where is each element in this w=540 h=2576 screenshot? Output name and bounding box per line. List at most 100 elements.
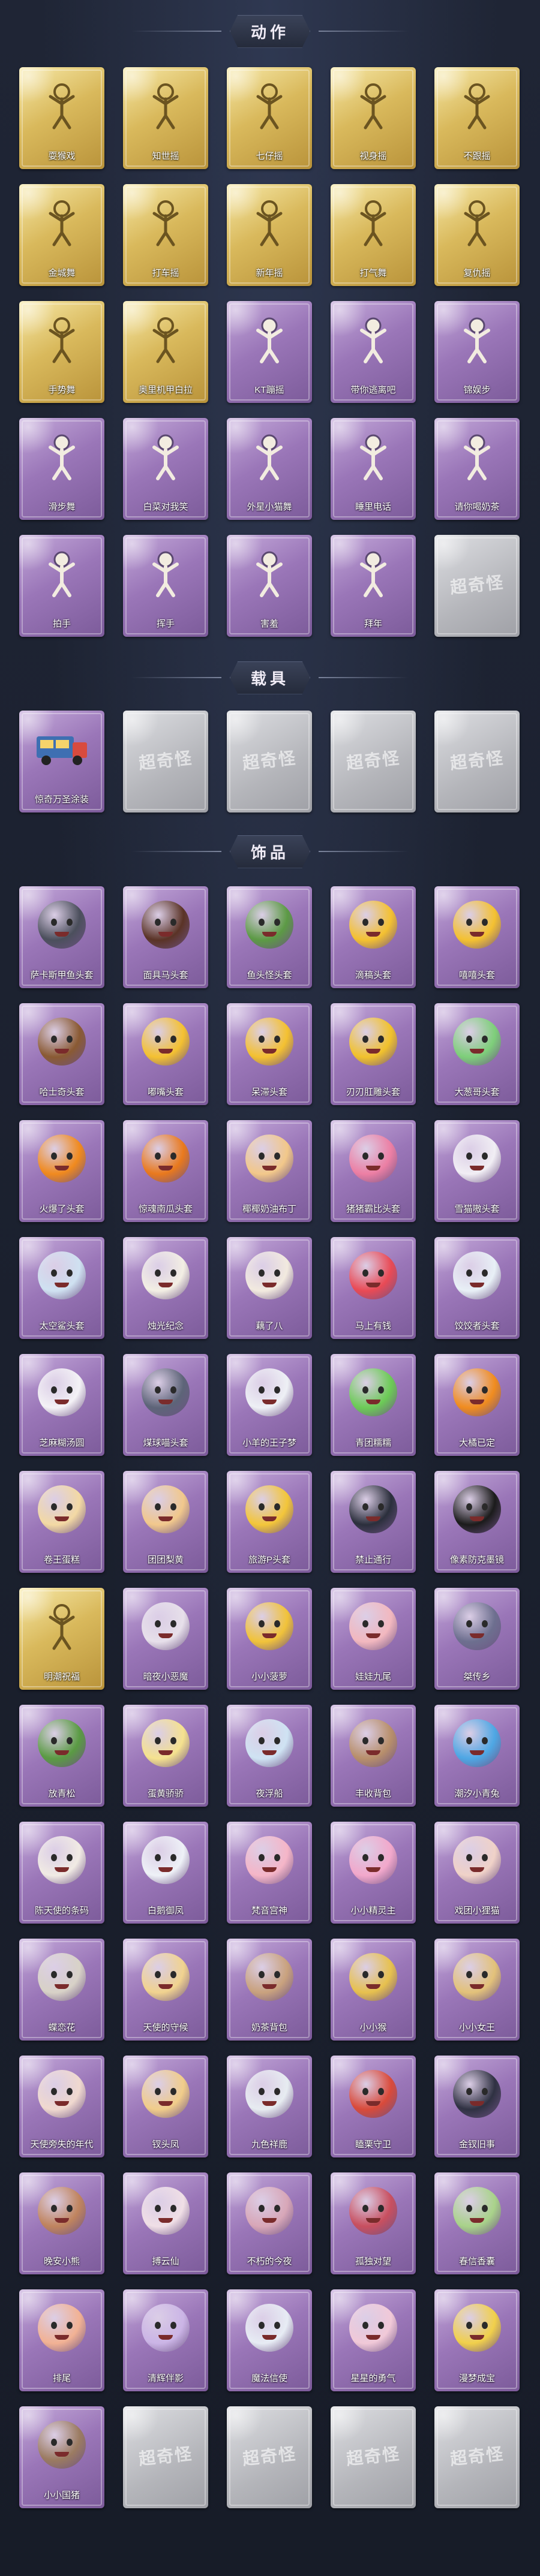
action-card[interactable]: 奥里机甲白拉 <box>123 301 208 403</box>
item-card[interactable]: 太空鲨头套 <box>19 1237 104 1339</box>
item-card[interactable]: 青团糯糯 <box>331 1354 416 1456</box>
item-card[interactable]: 煤球喵头套 <box>123 1354 208 1456</box>
item-card[interactable]: 火爆了头套 <box>19 1120 104 1222</box>
item-card[interactable]: 超奇怪 <box>434 2406 520 2508</box>
item-card[interactable]: 不朽的今夜 <box>227 2172 312 2274</box>
action-card[interactable]: 耍猴戏 <box>19 67 104 169</box>
item-card[interactable]: 夜浮船 <box>227 1705 312 1807</box>
item-card[interactable]: 蝶恋花 <box>19 1939 104 2041</box>
action-card[interactable]: 知世摇 <box>123 67 208 169</box>
action-card[interactable]: 害羞 <box>227 535 312 637</box>
item-card[interactable]: 瞌栗守卫 <box>331 2056 416 2157</box>
item-card[interactable]: 梵音宫神 <box>227 1822 312 1924</box>
action-card[interactable]: 挥手 <box>123 535 208 637</box>
item-card[interactable]: 烛光纪念 <box>123 1237 208 1339</box>
item-card[interactable]: 钗头凤 <box>123 2056 208 2157</box>
item-card[interactable]: 刃刃肛雕头套 <box>331 1003 416 1105</box>
item-card[interactable]: 旅游P头套 <box>227 1471 312 1573</box>
item-card[interactable]: 猪猪霸比头套 <box>331 1120 416 1222</box>
item-card[interactable]: 团团梨黄 <box>123 1471 208 1573</box>
item-card[interactable]: 像素防克墨镜 <box>434 1471 520 1573</box>
action-card[interactable]: 金城舞 <box>19 184 104 286</box>
action-card[interactable]: 白菜对我笑 <box>123 418 208 520</box>
item-card[interactable]: 放青松 <box>19 1705 104 1807</box>
action-card[interactable]: 超奇怪 <box>434 535 520 637</box>
item-card[interactable]: 哈士奇头套 <box>19 1003 104 1105</box>
item-card[interactable]: 娃娃九尾 <box>331 1588 416 1690</box>
item-card[interactable]: 呆滞头套 <box>227 1003 312 1105</box>
action-card[interactable]: 拜年 <box>331 535 416 637</box>
item-card[interactable]: 超奇怪 <box>227 2406 312 2508</box>
item-card[interactable]: 小小菠萝 <box>227 1588 312 1690</box>
action-card[interactable]: 滑步舞 <box>19 418 104 520</box>
item-card[interactable]: 嘟嘴头套 <box>123 1003 208 1105</box>
item-card[interactable]: 桀传乡 <box>434 1588 520 1690</box>
vehicle-card[interactable]: 超奇怪 <box>227 711 312 812</box>
item-card[interactable]: 小羊的王子梦 <box>227 1354 312 1456</box>
item-card[interactable]: 面具马头套 <box>123 886 208 988</box>
action-card[interactable]: KT蹦摇 <box>227 301 312 403</box>
item-card[interactable]: 惊魂南瓜头套 <box>123 1120 208 1222</box>
item-card[interactable]: 搏云仙 <box>123 2172 208 2274</box>
item-card[interactable]: 芝麻糊汤圆 <box>19 1354 104 1456</box>
item-card[interactable]: 孤独对望 <box>331 2172 416 2274</box>
item-card[interactable]: 白鹅御凤 <box>123 1822 208 1924</box>
item-card[interactable]: 天使的守候 <box>123 1939 208 2041</box>
action-card[interactable]: 锦娱步 <box>434 301 520 403</box>
item-card[interactable]: 蛋黄骄骄 <box>123 1705 208 1807</box>
item-card[interactable]: 丰收背包 <box>331 1705 416 1807</box>
vehicle-card[interactable]: 惊奇万圣涂装 <box>19 711 104 812</box>
item-card[interactable]: 小小精灵主 <box>331 1822 416 1924</box>
item-card[interactable]: 魔法信使 <box>227 2289 312 2391</box>
action-card[interactable]: 复仇摇 <box>434 184 520 286</box>
item-card[interactable]: 明潮祝福 <box>19 1588 104 1690</box>
item-card[interactable]: 禁止通行 <box>331 1471 416 1573</box>
vehicle-card[interactable]: 超奇怪 <box>331 711 416 812</box>
action-card[interactable]: 请你喝奶茶 <box>434 418 520 520</box>
item-card[interactable]: 陈天使的条码 <box>19 1822 104 1924</box>
action-card[interactable]: 手势舞 <box>19 301 104 403</box>
item-card[interactable]: 鱼头怪头套 <box>227 886 312 988</box>
item-card[interactable]: 奶茶背包 <box>227 1939 312 2041</box>
action-card[interactable]: 拍手 <box>19 535 104 637</box>
action-card[interactable]: 七仔摇 <box>227 67 312 169</box>
item-card[interactable]: 晚安小熊 <box>19 2172 104 2274</box>
item-card[interactable]: 漫梦成宝 <box>434 2289 520 2391</box>
item-card[interactable]: 星星的勇气 <box>331 2289 416 2391</box>
item-card[interactable]: 春信香囊 <box>434 2172 520 2274</box>
item-card[interactable]: 小小猴 <box>331 1939 416 2041</box>
action-card[interactable]: 睡里电话 <box>331 418 416 520</box>
item-card[interactable]: 卷王蛋糕 <box>19 1471 104 1573</box>
item-card[interactable]: 小小国猪 <box>19 2406 104 2508</box>
action-card[interactable]: 外星小猫舞 <box>227 418 312 520</box>
item-card[interactable]: 天使旁失的年代 <box>19 2056 104 2157</box>
item-card[interactable]: 九色祥鹿 <box>227 2056 312 2157</box>
item-card[interactable]: 排尾 <box>19 2289 104 2391</box>
vehicle-card[interactable]: 超奇怪 <box>123 711 208 812</box>
action-card[interactable]: 带你逃离吧 <box>331 301 416 403</box>
item-card[interactable]: 饺饺者头套 <box>434 1237 520 1339</box>
item-card[interactable]: 暗夜小恶魔 <box>123 1588 208 1690</box>
item-card[interactable]: 金钗旧事 <box>434 2056 520 2157</box>
item-card[interactable]: 椰椰奶油布丁 <box>227 1120 312 1222</box>
item-card[interactable]: 萨卡斯甲鱼头套 <box>19 886 104 988</box>
item-card[interactable]: 雪猫嗷头套 <box>434 1120 520 1222</box>
action-card[interactable]: 不跟摇 <box>434 67 520 169</box>
item-card[interactable]: 滴稿头套 <box>331 886 416 988</box>
action-card[interactable]: 打车摇 <box>123 184 208 286</box>
item-card[interactable]: 小小女王 <box>434 1939 520 2041</box>
item-card[interactable]: 大葱哥头套 <box>434 1003 520 1105</box>
action-card[interactable]: 新年摇 <box>227 184 312 286</box>
item-card[interactable]: 马上有钱 <box>331 1237 416 1339</box>
action-card[interactable]: 打气舞 <box>331 184 416 286</box>
item-card[interactable]: 戏团小狸猫 <box>434 1822 520 1924</box>
item-card[interactable]: 潮汐小青兔 <box>434 1705 520 1807</box>
action-card[interactable]: 视身摇 <box>331 67 416 169</box>
vehicle-card[interactable]: 超奇怪 <box>434 711 520 812</box>
item-card[interactable]: 超奇怪 <box>123 2406 208 2508</box>
item-card[interactable]: 大橘已定 <box>434 1354 520 1456</box>
item-card[interactable]: 嘻嘻头套 <box>434 886 520 988</box>
item-card[interactable]: 清辉伴影 <box>123 2289 208 2391</box>
item-card[interactable]: 超奇怪 <box>331 2406 416 2508</box>
item-card[interactable]: 藕了八 <box>227 1237 312 1339</box>
